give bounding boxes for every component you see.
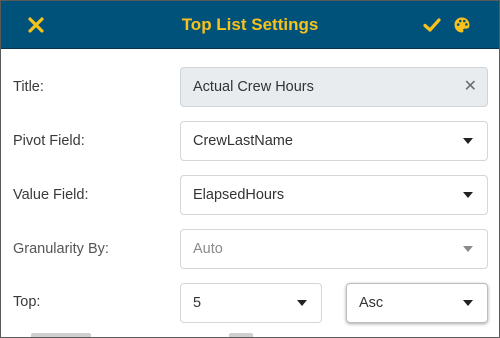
sort-order-value: Asc [359, 295, 384, 311]
title-input[interactable]: Actual Crew Hours ✕ [180, 67, 488, 107]
title-label: Title: [13, 79, 44, 95]
top-label: Top: [13, 294, 41, 310]
palette-icon [454, 17, 470, 32]
value-field-select[interactable]: ElapsedHours [180, 175, 488, 215]
clear-icon[interactable]: ✕ [464, 68, 477, 106]
top-count-select[interactable]: 5 [180, 283, 322, 323]
chevron-down-icon [463, 246, 473, 252]
granularity-value: Auto [193, 241, 223, 257]
chevron-down-icon [463, 192, 473, 198]
top-count-value: 5 [193, 295, 202, 311]
pivot-field-value: CrewLastName [193, 133, 293, 149]
chevron-down-icon [463, 300, 473, 306]
value-field-value: ElapsedHours [193, 187, 285, 203]
checkmark-icon [423, 17, 441, 32]
granularity-label: Granularity By: [13, 241, 109, 257]
save-button[interactable] [419, 1, 445, 48]
value-field-label: Value Field: [13, 187, 89, 203]
theme-button[interactable] [449, 1, 475, 48]
top-list-settings-dialog: Top List Settings Title: Actual Crew Hou… [0, 0, 500, 338]
dialog-header: Top List Settings [1, 1, 499, 49]
chevron-down-icon [463, 138, 473, 144]
pivot-field-select[interactable]: CrewLastName [180, 121, 488, 161]
close-icon [28, 16, 44, 33]
chevron-down-icon [297, 300, 307, 306]
granularity-select[interactable]: Auto [180, 229, 488, 269]
close-button[interactable] [21, 1, 51, 48]
clipped-next-row [1, 331, 499, 337]
pivot-field-label: Pivot Field: [13, 133, 85, 149]
title-value: Actual Crew Hours [193, 79, 314, 95]
sort-order-select[interactable]: Asc [346, 283, 488, 323]
